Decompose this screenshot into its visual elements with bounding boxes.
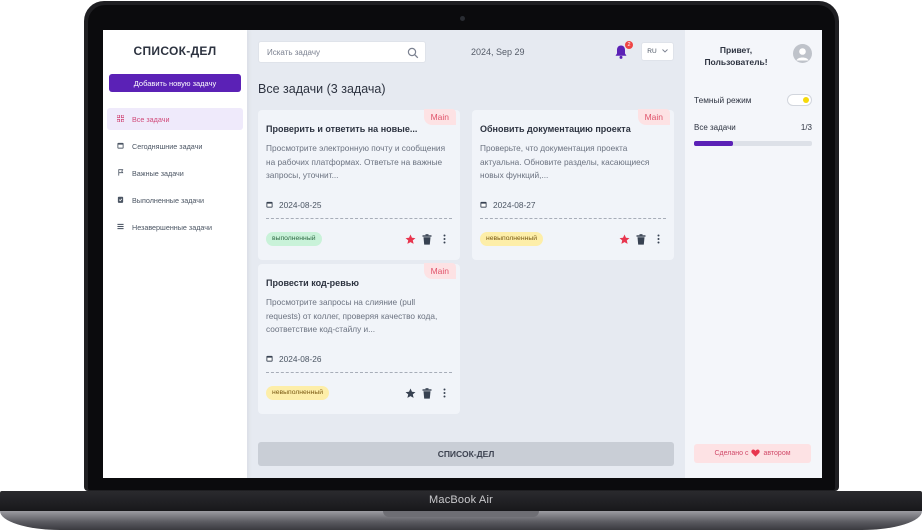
add-task-button[interactable]: Добавить новую задачу xyxy=(109,74,241,92)
current-date: 2024, Sep 29 xyxy=(471,47,525,57)
task-card: Main Проверить и ответить на новые... Пр… xyxy=(258,109,460,260)
progress-value: 1/3 xyxy=(800,123,812,132)
task-tag: Main xyxy=(423,263,456,279)
task-title[interactable]: Проверить и ответить на новые... xyxy=(266,124,456,134)
language-select[interactable]: RU xyxy=(641,42,674,61)
sidebar-item-important-tasks[interactable]: Важные задачи xyxy=(107,162,243,184)
task-description: Просмотрите запросы на слияние (pull req… xyxy=(266,297,438,334)
task-date-text: 2024-08-27 xyxy=(493,200,536,210)
page-title: Все задачи (3 задача) xyxy=(258,82,386,96)
card-divider xyxy=(480,218,666,219)
app-screen: СПИСОК-ДЕЛ Добавить новую задачу Все зад… xyxy=(103,30,822,478)
trash-icon[interactable] xyxy=(421,387,433,399)
search-input[interactable] xyxy=(259,42,399,63)
sun-icon xyxy=(803,97,809,103)
star-icon[interactable] xyxy=(404,233,416,245)
device-label: MacBook Air xyxy=(429,494,493,506)
heart-icon xyxy=(751,449,761,459)
status-badge[interactable]: невыполненный xyxy=(266,386,330,400)
made-prefix: Сделано с xyxy=(714,450,749,457)
task-title[interactable]: Обновить документацию проекта xyxy=(480,124,670,134)
sidebar-item-unfinished-tasks[interactable]: Незавершенные задачи xyxy=(107,216,243,238)
calendar-icon xyxy=(266,200,273,210)
task-description: Проверьте, что документация проекта акту… xyxy=(480,143,650,180)
trash-icon[interactable] xyxy=(635,233,647,245)
language-value: RU xyxy=(647,48,657,55)
sidebar-item-label: Незавершенные задачи xyxy=(132,222,213,232)
more-options-icon[interactable] xyxy=(652,233,664,245)
camera-icon xyxy=(460,16,465,21)
sidebar-item-label: Выполненные задачи xyxy=(132,195,205,205)
sidebar-item-completed-tasks[interactable]: Выполненные задачи xyxy=(107,189,243,211)
sidebar-item-label: Важные задачи xyxy=(132,168,184,178)
task-actions xyxy=(404,387,450,399)
task-card: Main Провести код-ревью Просмотрите запр… xyxy=(258,263,460,414)
task-actions xyxy=(618,233,664,245)
task-title[interactable]: Провести код-ревью xyxy=(266,278,456,288)
profile-panel: Привет, Пользователь! Темный режим Все з… xyxy=(685,30,822,478)
sidebar-item-today-tasks[interactable]: Сегодняшние задачи xyxy=(107,135,243,157)
search-icon[interactable] xyxy=(407,46,419,59)
app-logo: СПИСОК-ДЕЛ xyxy=(133,44,217,58)
search-box xyxy=(258,41,426,63)
sidebar-item-label: Сегодняшние задачи xyxy=(132,141,203,151)
task-actions xyxy=(404,233,450,245)
task-due-date: 2024-08-25 xyxy=(266,200,321,210)
flag-icon xyxy=(117,168,127,178)
more-options-icon[interactable] xyxy=(438,233,450,245)
sidebar: СПИСОК-ДЕЛ Добавить новую задачу Все зад… xyxy=(103,30,247,478)
todo-list-footer-button[interactable]: СПИСОК-ДЕЛ xyxy=(258,442,674,466)
task-date-text: 2024-08-26 xyxy=(279,354,322,364)
avatar[interactable] xyxy=(793,44,812,63)
task-description: Просмотрите электронную почту и сообщени… xyxy=(266,143,446,180)
sidebar-item-label: Все задачи xyxy=(132,114,170,124)
sidebar-nav: Все задачи Сегодняшние задачи Важные зад… xyxy=(107,108,243,243)
calendar-icon xyxy=(117,142,127,151)
card-divider xyxy=(266,218,452,219)
user-greeting: Привет, Пользователь! xyxy=(704,45,768,67)
progress-bar xyxy=(694,141,812,146)
calendar-icon xyxy=(480,200,487,210)
task-card: Main Обновить документацию проекта Прове… xyxy=(472,109,674,260)
made-suffix: автором xyxy=(763,450,791,457)
task-due-date: 2024-08-26 xyxy=(266,354,321,364)
task-tag: Main xyxy=(637,109,670,125)
chevron-down-icon xyxy=(661,48,668,55)
task-date-text: 2024-08-25 xyxy=(279,200,322,210)
list-icon xyxy=(117,223,127,232)
more-options-icon[interactable] xyxy=(438,387,450,399)
dark-mode-label: Темный режим xyxy=(694,95,752,105)
calendar-icon xyxy=(266,354,273,364)
progress-fill xyxy=(694,141,734,146)
status-badge[interactable]: невыполненный xyxy=(480,232,544,246)
status-badge[interactable]: выполненный xyxy=(266,232,322,246)
made-with-love-link[interactable]: Сделано с автором xyxy=(694,444,811,463)
star-icon[interactable] xyxy=(404,387,416,399)
card-divider xyxy=(266,372,452,373)
laptop-notch xyxy=(383,511,539,517)
clipboard-check-icon xyxy=(117,196,127,205)
notification-badge: 2 xyxy=(625,41,633,49)
star-icon[interactable] xyxy=(618,233,630,245)
progress-row: Все задачи 1/3 xyxy=(694,123,812,132)
trash-icon[interactable] xyxy=(421,233,433,245)
task-tag: Main xyxy=(423,109,456,125)
grid-icon xyxy=(116,114,127,124)
sidebar-item-all-tasks[interactable]: Все задачи xyxy=(107,108,243,130)
progress-label: Все задачи xyxy=(694,123,736,132)
task-due-date: 2024-08-27 xyxy=(480,200,535,210)
dark-mode-row: Темный режим xyxy=(694,94,812,106)
dark-mode-toggle[interactable] xyxy=(787,94,812,106)
